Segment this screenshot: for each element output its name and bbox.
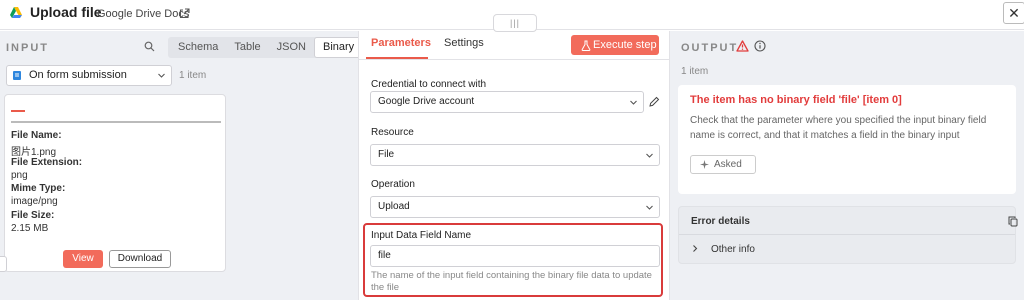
external-link-icon[interactable] — [179, 8, 190, 19]
chevron-down-icon — [630, 100, 637, 105]
binary-header-divider — [11, 121, 221, 123]
input-panel-label: INPUT — [6, 42, 49, 54]
mime-type-value: image/png — [11, 196, 58, 207]
binary-header-accent — [11, 110, 25, 112]
display-mode-tabs: Schema Table JSON Binary — [168, 37, 364, 58]
google-drive-icon — [10, 7, 22, 18]
error-message: Check that the parameter where you speci… — [690, 115, 987, 141]
binary-file-card: File Name: 图片1.png File Extension: png M… — [4, 94, 226, 272]
operation-label: Operation — [371, 179, 415, 190]
credential-select[interactable]: Google Drive account — [370, 91, 644, 113]
tab-parameters[interactable]: Parameters — [371, 37, 431, 49]
input-item-count: 1 item — [179, 70, 207, 81]
tab-json[interactable]: JSON — [269, 37, 314, 58]
field-hint: The name of the input field containing t… — [371, 270, 652, 293]
details-divider — [679, 234, 1015, 235]
input-field-name-label: Input Data Field Name — [371, 230, 472, 241]
panel-drag-handle[interactable]: ||| — [493, 14, 537, 32]
error-details-card — [678, 206, 1016, 264]
info-icon[interactable] — [754, 40, 766, 52]
input-field-name-input[interactable]: file — [370, 245, 660, 267]
error-details-label: Error details — [691, 216, 750, 227]
tab-settings[interactable]: Settings — [444, 37, 484, 49]
operation-select[interactable]: Upload — [370, 196, 660, 218]
file-extension-value: png — [11, 170, 28, 181]
chevron-down-icon — [646, 205, 653, 210]
operation-value: Upload — [378, 201, 410, 212]
resource-value: File — [378, 149, 395, 160]
credential-value: Google Drive account — [378, 96, 475, 107]
search-icon[interactable] — [144, 41, 155, 52]
form-icon — [13, 71, 21, 80]
flask-icon — [581, 40, 591, 51]
tabs-divider — [358, 59, 670, 60]
output-item-count: 1 item — [681, 66, 709, 77]
node-title[interactable]: Upload file — [30, 4, 102, 20]
copy-icon[interactable] — [1008, 216, 1018, 227]
warning-icon — [736, 40, 749, 52]
other-info-toggle[interactable]: Other info — [711, 244, 755, 255]
chevron-down-icon — [158, 73, 165, 78]
resource-label: Resource — [371, 127, 414, 138]
input-node-label: On form submission — [29, 69, 127, 81]
sparkle-icon — [700, 160, 709, 169]
download-button[interactable]: Download — [109, 250, 171, 268]
file-size-value: 2.15 MB — [11, 223, 49, 234]
file-size-label: File Size: — [11, 210, 55, 221]
node-subtitle[interactable]: Google Drive Docs — [97, 8, 189, 20]
file-name-label: File Name: — [11, 130, 62, 141]
pencil-icon[interactable] — [648, 96, 660, 108]
input-node-select[interactable]: On form submission — [6, 65, 172, 86]
chevron-down-icon — [646, 153, 653, 158]
output-panel-label: OUTPUT — [681, 42, 739, 54]
chevron-right-icon[interactable] — [691, 244, 699, 253]
error-title: The item has no binary field 'file' [ite… — [690, 94, 902, 106]
file-name-value: 图片1.png — [11, 147, 57, 158]
view-button[interactable]: View — [63, 250, 103, 268]
active-tab-indicator — [366, 57, 428, 59]
tab-binary[interactable]: Binary — [314, 37, 364, 58]
resource-select[interactable]: File — [370, 144, 660, 166]
tab-table[interactable]: Table — [226, 37, 268, 58]
mime-type-label: Mime Type: — [11, 183, 66, 194]
tab-schema[interactable]: Schema — [168, 37, 226, 58]
collapse-handle[interactable] — [0, 256, 7, 272]
credential-label: Credential to connect with — [371, 79, 487, 90]
input-field-name-value: file — [378, 250, 391, 261]
close-button[interactable]: ✕ — [1003, 2, 1024, 24]
file-extension-label: File Extension: — [11, 157, 83, 168]
